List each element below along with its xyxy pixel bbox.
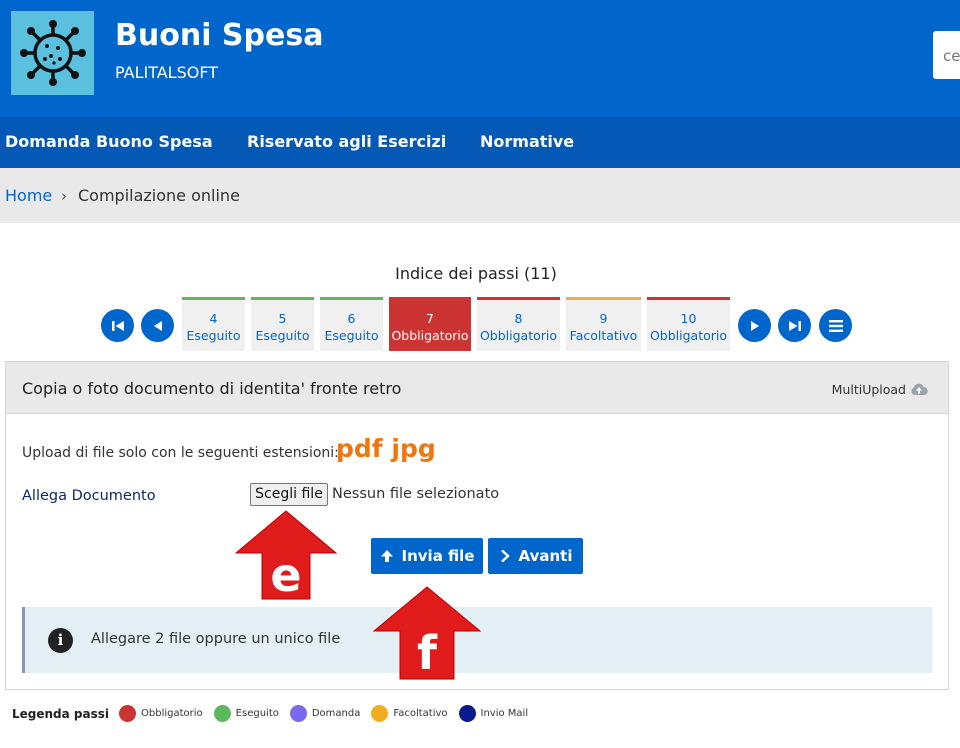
multiupload-link[interactable]: MultiUpload: [832, 382, 928, 397]
step-status: Eseguito: [255, 328, 310, 343]
no-file-selected-text: Nessun file selezionato: [332, 486, 500, 502]
first-step-button[interactable]: [101, 309, 134, 342]
steps-menu-button[interactable]: [819, 309, 852, 342]
step-10[interactable]: 10 Obbligatorio: [647, 297, 730, 351]
site-header: Buoni Spesa PALITALSOFT ce: [0, 0, 960, 117]
attach-document-label: Allega Documento: [22, 488, 156, 504]
step-number: 4: [209, 311, 218, 326]
caret-right-icon: [750, 320, 759, 331]
legend-title: Legenda passi: [12, 706, 110, 721]
panel-title: Copia o foto documento di identita' fron…: [22, 379, 402, 398]
step-4[interactable]: 4 Eseguito: [182, 297, 245, 351]
next-button[interactable]: Avanti: [488, 538, 583, 574]
caret-left-icon: [153, 320, 162, 331]
step-9[interactable]: 9 Facoltativo: [566, 297, 641, 351]
send-file-button[interactable]: Invia file: [371, 538, 483, 574]
skip-last-icon: [788, 320, 801, 331]
nav-normative[interactable]: Normative: [480, 132, 574, 151]
virus-logo-icon[interactable]: [11, 11, 94, 95]
legend-item-domanda: Domanda: [289, 705, 361, 722]
extensions-label: Upload di file solo con le seguenti este…: [22, 445, 339, 461]
legend-item-facoltativo: Facoltativo: [371, 705, 448, 722]
last-step-button[interactable]: [778, 309, 811, 342]
legend-dot-red: [119, 705, 137, 722]
next-label: Avanti: [518, 547, 573, 565]
steps-title: Indice dei passi (11): [395, 264, 557, 283]
breadcrumb-current: Compilazione online: [78, 186, 240, 205]
steps-legend: Legenda passi Obbligatorio Eseguito Doma…: [12, 705, 539, 722]
step-status: Obbligatorio: [649, 328, 728, 343]
send-file-label: Invia file: [401, 547, 475, 565]
step-number: 6: [347, 311, 356, 326]
legend-dot-orange: [371, 705, 389, 722]
annotation-arrow-e-icon: e: [234, 510, 338, 601]
step-8[interactable]: 8 Obbligatorio: [477, 297, 560, 351]
info-icon: i: [48, 628, 73, 653]
annotation-e: e: [270, 548, 301, 601]
step-number: 10: [680, 311, 697, 326]
search-input[interactable]: ce: [933, 31, 960, 79]
info-text: Allegare 2 file oppure un unico file: [91, 631, 341, 647]
breadcrumb-home-link[interactable]: Home: [5, 186, 52, 205]
step-5[interactable]: 5 Eseguito: [251, 297, 314, 351]
app-subtitle: PALITALSOFT: [115, 63, 219, 82]
app-title: Buoni Spesa: [115, 18, 324, 53]
nav-domanda-buono-spesa[interactable]: Domanda Buono Spesa: [5, 132, 213, 151]
previous-step-button[interactable]: [141, 309, 174, 342]
hamburger-icon: [828, 319, 843, 332]
allowed-extensions: pdf jpg: [336, 434, 436, 463]
step-6[interactable]: 6 Eseguito: [320, 297, 383, 351]
step-number: 7: [426, 311, 434, 326]
main-nav: Domanda Buono Spesa Riservato agli Eserc…: [0, 117, 960, 168]
breadcrumb-separator: ›: [61, 187, 67, 205]
legend-label: Facoltativo: [393, 708, 448, 719]
legend-item-invio-mail: Invio Mail: [458, 705, 529, 722]
annotation-arrow-f-icon: f: [372, 586, 482, 680]
legend-item-eseguito: Eseguito: [213, 705, 279, 722]
next-step-button[interactable]: [738, 309, 771, 342]
legend-dot-purple: [289, 705, 307, 722]
step-number: 9: [599, 311, 608, 326]
page: Buoni Spesa PALITALSOFT ce Domanda Buono…: [0, 0, 960, 748]
legend-label: Eseguito: [235, 708, 279, 719]
choose-file-button[interactable]: Scegli file: [250, 483, 328, 506]
step-status: Obbligatorio: [479, 328, 558, 343]
cloud-upload-icon: [911, 383, 928, 395]
nav-riservato-esercizi[interactable]: Riservato agli Esercizi: [247, 132, 446, 151]
panel-header: Copia o foto documento di identita' fron…: [6, 362, 948, 414]
legend-dot-navy: [458, 705, 476, 722]
chevron-right-icon: [500, 549, 510, 563]
step-status: Eseguito: [324, 328, 379, 343]
step-status: Facoltativo: [569, 328, 638, 343]
legend-label: Obbligatorio: [141, 708, 203, 719]
legend-dot-green: [213, 705, 231, 722]
breadcrumb: Home › Compilazione online: [0, 168, 960, 223]
legend-label: Invio Mail: [480, 708, 529, 719]
step-number: 5: [278, 311, 287, 326]
arrow-up-icon: [380, 550, 393, 562]
legend-item-obbligatorio: Obbligatorio: [119, 705, 203, 722]
legend-label: Domanda: [311, 708, 361, 719]
multiupload-label: MultiUpload: [831, 382, 906, 397]
step-status: Obbligatorio: [391, 328, 469, 343]
annotation-f: f: [417, 626, 438, 680]
step-number: 8: [514, 311, 523, 326]
step-status: Eseguito: [186, 328, 241, 343]
step-7-current[interactable]: 7 Obbligatorio: [389, 297, 471, 351]
skip-first-icon: [111, 320, 124, 331]
